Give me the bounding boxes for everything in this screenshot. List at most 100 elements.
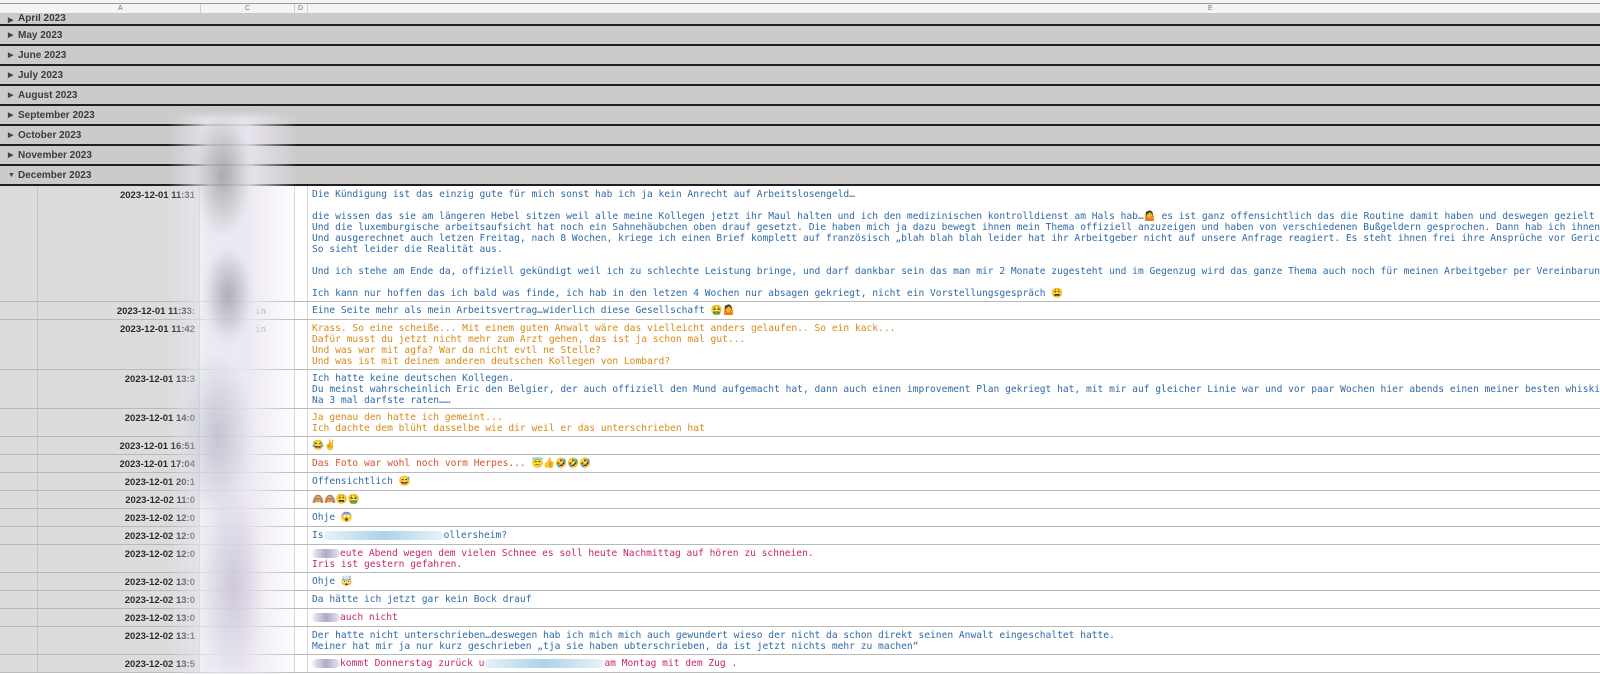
group-row[interactable]: ▶ June 2023 — [0, 46, 1600, 66]
timestamp-cell[interactable]: 2023-12-02 11:0 — [38, 491, 200, 508]
message-cell[interactable]: Offensichtlich 😅 — [308, 473, 1600, 490]
timestamp-cell[interactable]: 2023-12-01 16:51 — [38, 437, 200, 454]
disclosure-collapsed-icon[interactable]: ▶ — [0, 91, 18, 99]
sender-cell[interactable] — [200, 186, 295, 301]
empty-cell[interactable] — [295, 473, 308, 490]
sender-cell[interactable] — [200, 437, 295, 454]
column-header-d[interactable]: D — [298, 5, 303, 12]
message-cell[interactable]: Da hätte ich jetzt gar kein Bock drauf — [308, 591, 1600, 608]
group-row[interactable]: ▶ May 2023 — [0, 26, 1600, 46]
table-row[interactable]: 2023-12-02 13:0 auch nicht — [0, 609, 1600, 627]
sender-cell[interactable]: in — [200, 302, 295, 319]
disclosure-collapsed-icon[interactable]: ▶ — [0, 151, 18, 159]
empty-cell[interactable] — [295, 186, 308, 301]
sender-cell[interactable] — [200, 609, 295, 626]
message-cell[interactable]: Ohje 😱 — [308, 509, 1600, 526]
group-row[interactable]: ▶ October 2023 — [0, 126, 1600, 146]
empty-cell[interactable] — [295, 409, 308, 436]
empty-cell[interactable] — [295, 370, 308, 408]
disclosure-expanded-icon[interactable]: ▼ — [0, 172, 18, 179]
timestamp-cell[interactable]: 2023-12-02 12:0 — [38, 509, 200, 526]
disclosure-collapsed-icon[interactable]: ▶ — [0, 51, 18, 59]
empty-cell[interactable] — [295, 627, 308, 654]
empty-cell[interactable] — [295, 302, 308, 319]
table-row[interactable]: 2023-12-01 11:33: in Eine Seite mehr als m… — [0, 302, 1600, 320]
table-row[interactable]: 2023-12-02 12:0 Is ollersheim? — [0, 527, 1600, 545]
sender-cell[interactable] — [200, 370, 295, 408]
empty-cell[interactable] — [295, 591, 308, 608]
message-cell[interactable]: Ich hatte keine deutschen Kollegen. Du me… — [308, 370, 1600, 408]
table-row[interactable]: 2023-12-01 16:51 😂✌️ — [0, 437, 1600, 455]
empty-cell[interactable] — [295, 545, 308, 572]
timestamp-cell[interactable]: 2023-12-02 13:1 — [38, 627, 200, 654]
empty-cell[interactable] — [295, 609, 308, 626]
sender-cell[interactable] — [200, 655, 295, 672]
table-row[interactable]: 2023-12-01 17:04 Das Foto war wohl noch v… — [0, 455, 1600, 473]
message-cell[interactable]: kommt Donnerstag zurück u am Montag mit d… — [308, 655, 1600, 672]
message-cell[interactable]: Die Kündigung ist das einzig gute für mi… — [308, 186, 1600, 301]
message-cell[interactable]: Das Foto war wohl noch vorm Herpes... 😇👍… — [308, 455, 1600, 472]
sender-cell[interactable] — [200, 573, 295, 590]
group-row[interactable]: ▶ July 2023 — [0, 66, 1600, 86]
table-row[interactable]: 2023-12-02 12:0 eute Abend wegen dem viel… — [0, 545, 1600, 573]
table-row[interactable]: 2023-12-02 13:5 kommt Donnerstag zurück u… — [0, 655, 1600, 673]
message-cell[interactable]: Ja genau den hatte ich gemeint... Ich dac… — [308, 409, 1600, 436]
disclosure-collapsed-icon[interactable]: ▶ — [0, 31, 18, 39]
group-row[interactable]: ▶ September 2023 — [0, 106, 1600, 126]
message-cell[interactable]: Eine Seite mehr als mein Arbeitsvertrag…… — [308, 302, 1600, 319]
table-row[interactable]: 2023-12-02 13:0 Da hätte ich jetzt gar ke… — [0, 591, 1600, 609]
sender-cell[interactable] — [200, 409, 295, 436]
table-row[interactable]: 2023-12-02 13:1 Der hatte nicht unterschr… — [0, 627, 1600, 655]
timestamp-cell[interactable]: 2023-12-02 12:0 — [38, 527, 200, 544]
table-row[interactable]: 2023-12-01 11:42 in Krass. So eine scheiße… — [0, 320, 1600, 370]
empty-cell[interactable] — [295, 320, 308, 369]
empty-cell[interactable] — [295, 509, 308, 526]
group-row[interactable]: ▼ December 2023 — [0, 166, 1600, 186]
timestamp-cell[interactable]: 2023-12-01 14:0 — [38, 409, 200, 436]
timestamp-cell[interactable]: 2023-12-01 13:3 — [38, 370, 200, 408]
group-row[interactable]: ▶ November 2023 — [0, 146, 1600, 166]
message-cell[interactable]: Der hatte nicht unterschrieben…deswegen … — [308, 627, 1600, 654]
timestamp-cell[interactable]: 2023-12-01 20:1 — [38, 473, 200, 490]
column-header-a[interactable]: A — [118, 5, 123, 12]
message-cell[interactable]: eute Abend wegen dem vielen Schnee es so… — [308, 545, 1600, 572]
sender-cell[interactable] — [200, 627, 295, 654]
timestamp-cell[interactable]: 2023-12-02 13:0 — [38, 591, 200, 608]
empty-cell[interactable] — [295, 527, 308, 544]
disclosure-collapsed-icon[interactable]: ▶ — [0, 71, 18, 79]
message-cell[interactable]: Krass. So eine scheiße... Mit einem gute… — [308, 320, 1600, 369]
timestamp-cell[interactable]: 2023-12-02 13:5 — [38, 655, 200, 672]
timestamp-cell[interactable]: 2023-12-02 13:0 — [38, 573, 200, 590]
group-row[interactable]: ▶ August 2023 — [0, 86, 1600, 106]
disclosure-collapsed-icon[interactable]: ▶ — [0, 16, 18, 24]
sender-cell[interactable] — [200, 455, 295, 472]
table-row[interactable]: 2023-12-02 12:0 Ohje 😱 — [0, 509, 1600, 527]
timestamp-cell[interactable]: 2023-12-01 11:42 — [38, 320, 200, 369]
sender-cell[interactable] — [200, 473, 295, 490]
disclosure-collapsed-icon[interactable]: ▶ — [0, 111, 18, 119]
column-header-c[interactable]: C — [245, 5, 250, 12]
sender-cell[interactable] — [200, 491, 295, 508]
empty-cell[interactable] — [295, 455, 308, 472]
sender-cell[interactable] — [200, 509, 295, 526]
timestamp-cell[interactable]: 2023-12-01 11:33: — [38, 302, 200, 319]
message-cell[interactable]: 🙈🙈😩🤮 — [308, 491, 1600, 508]
message-cell[interactable]: auch nicht — [308, 609, 1600, 626]
table-row[interactable]: 2023-12-02 11:0 🙈🙈😩🤮 — [0, 491, 1600, 509]
empty-cell[interactable] — [295, 655, 308, 672]
timestamp-cell[interactable]: 2023-12-01 11:31 — [38, 186, 200, 301]
column-header-e[interactable]: E — [1208, 5, 1213, 12]
group-row[interactable]: ▶ April 2023 — [0, 14, 1600, 26]
message-cell[interactable]: 😂✌️ — [308, 437, 1600, 454]
disclosure-collapsed-icon[interactable]: ▶ — [0, 131, 18, 139]
empty-cell[interactable] — [295, 491, 308, 508]
empty-cell[interactable] — [295, 573, 308, 590]
sender-cell[interactable] — [200, 545, 295, 572]
timestamp-cell[interactable]: 2023-12-02 13:0 — [38, 609, 200, 626]
timestamp-cell[interactable]: 2023-12-01 17:04 — [38, 455, 200, 472]
message-cell[interactable]: Ohje 🤯 — [308, 573, 1600, 590]
table-row[interactable]: 2023-12-02 13:0 Ohje 🤯 — [0, 573, 1600, 591]
empty-cell[interactable] — [295, 437, 308, 454]
sender-cell[interactable] — [200, 591, 295, 608]
timestamp-cell[interactable]: 2023-12-02 12:0 — [38, 545, 200, 572]
